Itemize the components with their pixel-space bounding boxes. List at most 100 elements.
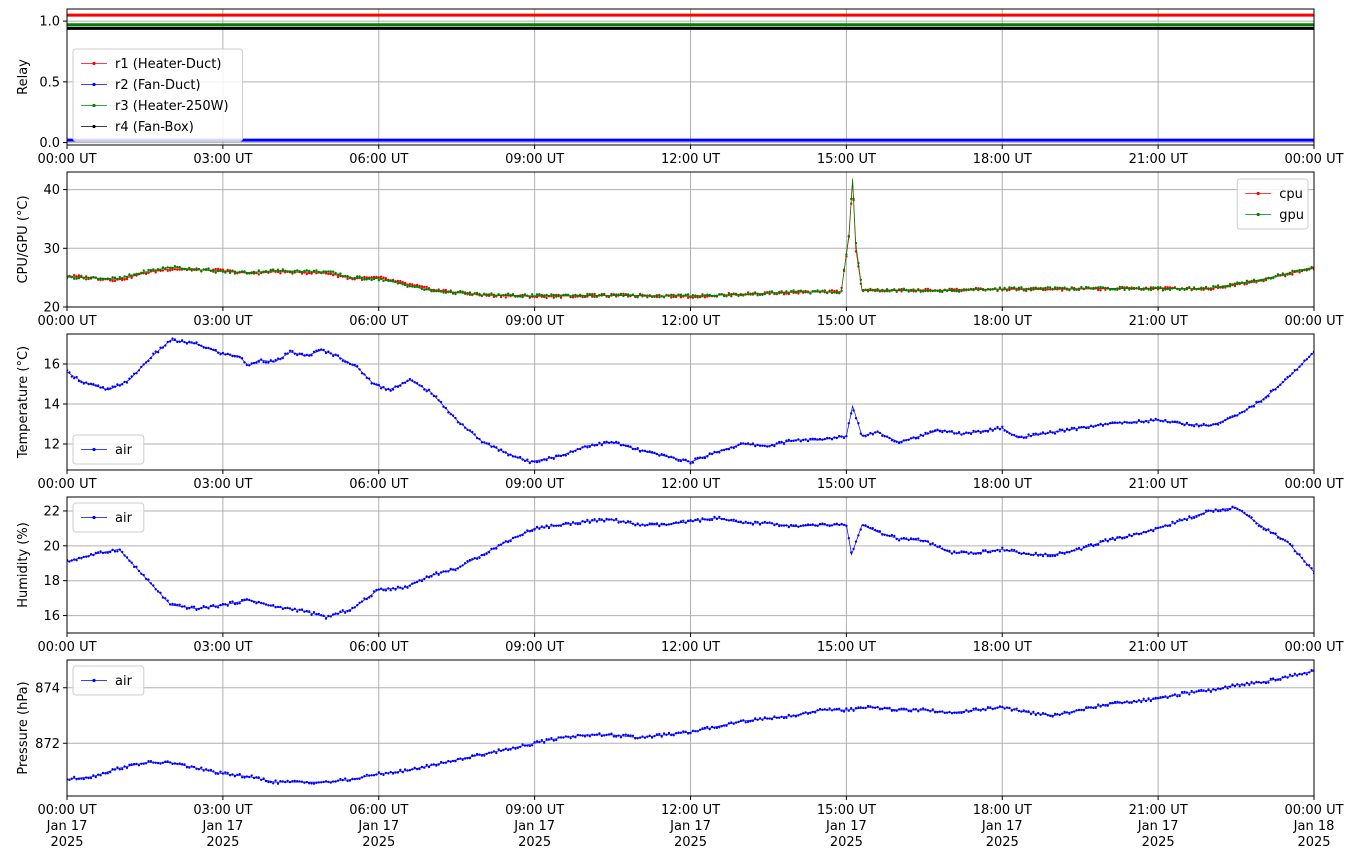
x-tick-label: 06:00 UT (349, 314, 408, 329)
x-tick-date: Jan 17 (513, 819, 555, 834)
x-tick-label: 00:00 UT (1284, 803, 1343, 818)
x-tick-label: 12:00 UT (661, 152, 720, 167)
legend-label: r4 (Fan-Box) (115, 120, 194, 135)
x-tick-label: 00:00 UT (37, 314, 96, 329)
x-tick-year: 2025 (674, 835, 707, 850)
x-tick-label: 06:00 UT (349, 477, 408, 492)
x-tick-label: 21:00 UT (1129, 152, 1188, 167)
x-tick-label: 18:00 UT (973, 152, 1032, 167)
panel-3: 12 14 16 00:00 UT 03:00 UT 06:00 UT 09:00 UT 12… (16, 333, 1344, 492)
figure: 0.0 0.5 1.0 00:00 UT 03:00 UT 06:00 UT 09:00 U… (16, 8, 1344, 850)
x-tick-year: 2025 (1297, 835, 1330, 850)
legend-label: air (115, 511, 133, 526)
x-tick-label: 12:00 UT (661, 314, 720, 329)
x-tick-label: 21:00 UT (1129, 803, 1188, 818)
legend-marker (92, 447, 96, 452)
x-tick-label: 21:00 UT (1129, 314, 1188, 329)
legend: cpu gpu (1236, 178, 1309, 230)
legend: r1 (Heater-Duct) r2 (Fan-Duct) r3 (Heater-… (72, 48, 244, 142)
y-tick-label: 874 (35, 681, 60, 696)
y-tick-label: 18 (43, 574, 60, 589)
x-tick-label: 12:00 UT (661, 477, 720, 492)
legend-label: air (115, 443, 133, 458)
x-tick-date: Jan 17 (357, 819, 399, 834)
legend: air (72, 502, 145, 533)
panel-4: 16 18 20 22 00:00 UT 03:00 UT 06:00 UT 09:00 UT… (16, 496, 1344, 655)
y-axis-label: Pressure (hPa) (16, 681, 31, 774)
x-tick-label: 12:00 UT (661, 803, 720, 818)
y-tick-label: 872 (35, 737, 60, 752)
x-tick-label: 15:00 UT (817, 477, 876, 492)
x-tick-label: 06:00 UT (349, 640, 408, 655)
legend-marker (1256, 191, 1260, 196)
panel-1: 0.0 0.5 1.0 00:00 UT 03:00 UT 06:00 UT 09:00 U… (16, 8, 1344, 167)
y-tick-label: 22 (43, 504, 60, 519)
y-tick-label: 0.5 (39, 75, 60, 90)
x-tick-label: 18:00 UT (973, 803, 1032, 818)
x-tick-label: 15:00 UT (817, 314, 876, 329)
y-tick-label: 12 (43, 438, 60, 453)
x-tick-label: 03:00 UT (193, 477, 252, 492)
x-tick-label: 15:00 UT (817, 152, 876, 167)
x-tick-label: 03:00 UT (193, 152, 252, 167)
x-tick-label: 00:00 UT (37, 152, 96, 167)
legend: air (72, 434, 145, 465)
x-tick-label: 15:00 UT (817, 640, 876, 655)
y-axis-label: Humidity (%) (16, 522, 31, 608)
x-tick-label: 09:00 UT (505, 477, 564, 492)
legend-marker (92, 82, 96, 87)
x-tick-label: 15:00 UT (817, 803, 876, 818)
x-tick-label: 21:00 UT (1129, 640, 1188, 655)
x-tick-label: 18:00 UT (973, 477, 1032, 492)
legend-label: r1 (Heater-Duct) (115, 57, 221, 72)
y-tick-label: 1.0 (39, 15, 60, 30)
legend-marker (92, 678, 96, 683)
x-tick-date: Jan 17 (1137, 819, 1179, 834)
x-tick-label: 12:00 UT (661, 640, 720, 655)
y-tick-label: 0.0 (39, 136, 60, 151)
y-tick-label: 30 (43, 242, 60, 257)
x-tick-label: 18:00 UT (973, 314, 1032, 329)
legend-label: air (115, 674, 133, 689)
x-tick-date: Jan 17 (46, 819, 88, 834)
y-tick-label: 16 (43, 609, 60, 624)
x-tick-year: 2025 (362, 835, 395, 850)
panel-2: 20304000:00 UT 03:00 UT 06:00 UT 09:00 UT 12… (16, 171, 1344, 329)
x-tick-label: 00:00 UT (37, 640, 96, 655)
legend-marker (92, 124, 96, 129)
x-tick-year: 2025 (518, 835, 551, 850)
x-tick-label: 18:00 UT (973, 640, 1032, 655)
x-tick-label: 00:00 UT (1284, 314, 1343, 329)
x-tick-label: 00:00 UT (1284, 477, 1343, 492)
x-tick-date: Jan 17 (669, 819, 711, 834)
y-tick-label: 40 (43, 183, 60, 198)
x-tick-label: 03:00 UT (193, 314, 252, 329)
legend-marker (1256, 212, 1260, 217)
x-tick-year: 2025 (830, 835, 863, 850)
x-tick-label: 03:00 UT (193, 803, 252, 818)
legend-marker (92, 61, 96, 66)
y-tick-label: 14 (43, 398, 60, 413)
y-axis-label: CPU/GPU (°C) (16, 195, 31, 283)
legend: air (72, 665, 145, 696)
x-tick-year: 2025 (206, 835, 239, 850)
x-tick-date: Jan 17 (981, 819, 1023, 834)
y-axis-label: Temperature (°C) (16, 346, 31, 459)
x-tick-date: Jan 18 (1293, 819, 1335, 834)
y-tick-label: 20 (43, 539, 60, 554)
x-tick-label: 09:00 UT (505, 152, 564, 167)
x-tick-label: 09:00 UT (505, 640, 564, 655)
x-tick-label: 21:00 UT (1129, 477, 1188, 492)
x-tick-year: 2025 (1142, 835, 1175, 850)
legend-marker (92, 515, 96, 520)
x-tick-label: 03:00 UT (193, 640, 252, 655)
x-tick-label: 06:00 UT (349, 803, 408, 818)
x-tick-label: 00:00 UT (37, 477, 96, 492)
legend-marker (92, 103, 96, 108)
legend-label: r3 (Heater-250W) (115, 99, 229, 114)
y-axis-label: Relay (16, 59, 31, 95)
x-tick-label: 00:00 UT (1284, 152, 1343, 167)
x-tick-label: 09:00 UT (505, 803, 564, 818)
panel-5: 87287400:00 UTJan 17202503:00 UTJan 1720… (16, 659, 1344, 850)
x-tick-year: 2025 (50, 835, 83, 850)
